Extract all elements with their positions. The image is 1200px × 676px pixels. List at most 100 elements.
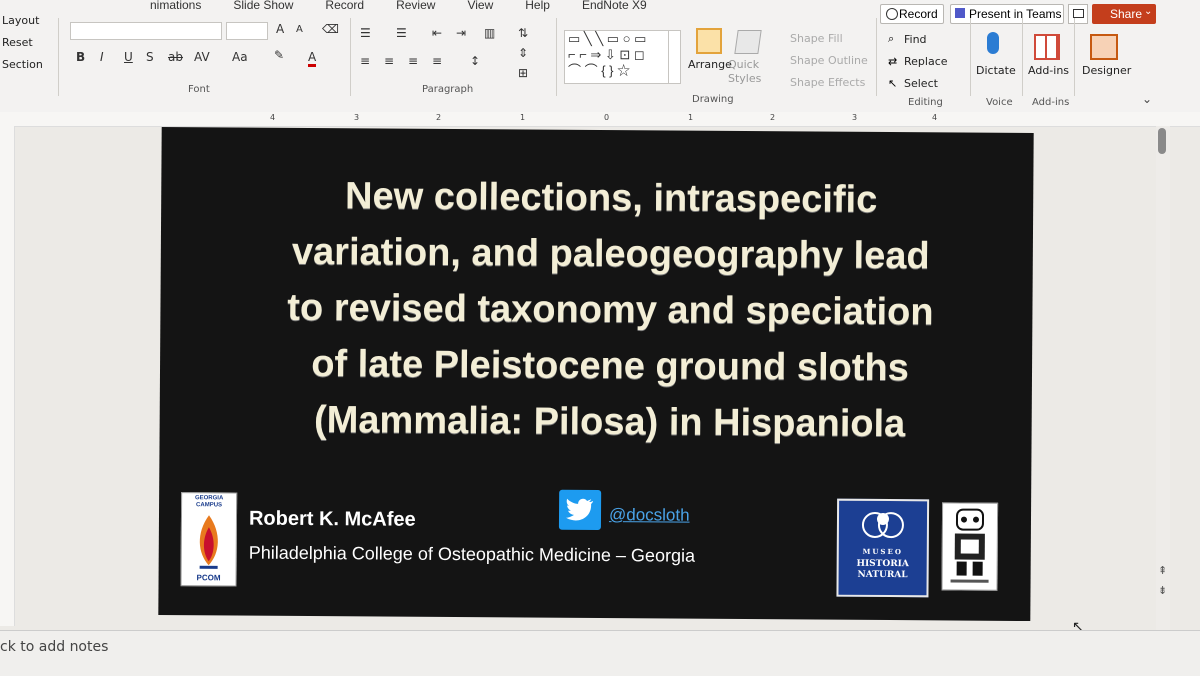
smartart-icon[interactable]: ⊞ [518,66,528,80]
separator [350,18,351,96]
shape-outline-button[interactable]: Shape Outline [790,54,868,67]
bullets-icon[interactable]: ☰ [360,26,371,40]
shadow-button[interactable]: S [146,50,154,64]
increase-indent-icon[interactable]: ⇥ [456,26,466,40]
layout-button[interactable]: Layout [2,14,39,27]
ribbon-tabs: nimations Slide Show Record Review View … [150,0,647,12]
record-label: Record [899,7,938,21]
notes-pane[interactable]: ck to add notes [0,630,1200,676]
align-text-icon[interactable]: ⇕ [518,46,528,60]
replace-icon: ⇄ [888,56,898,68]
align-center-icon[interactable]: ≡ [384,54,394,68]
change-case-button[interactable]: Aa [232,50,248,64]
notes-placeholder[interactable]: ck to add notes [0,639,108,655]
character-spacing-button[interactable]: AV [194,50,210,64]
twitter-handle-link[interactable]: @docsloth [609,505,690,526]
dictate-button[interactable]: Dictate [976,64,1016,77]
addins-group-label: Add-ins [1032,97,1070,108]
prev-slide-icon[interactable]: ⇞ [1158,564,1167,577]
collapse-ribbon-icon[interactable]: ⌄ [1142,92,1152,106]
decrease-indent-icon[interactable]: ⇤ [432,26,442,40]
share-button[interactable]: Share ⌄ [1092,4,1156,24]
museo-historia-natural-logo: MUSEO HISTORIA NATURAL [836,498,930,598]
tab-slide-show[interactable]: Slide Show [233,0,293,12]
select-icon: ↖ [888,78,898,90]
scrollbar-thumb[interactable] [1158,128,1166,154]
chevron-down-icon: ⌄ [1144,6,1153,17]
font-family-select[interactable] [70,22,222,40]
separator [970,18,971,96]
present-in-teams-label: Present in Teams [969,7,1062,21]
reset-button[interactable]: Reset [2,36,33,49]
addins-icon[interactable] [1034,34,1060,60]
shrink-font-button[interactable]: A [296,24,303,35]
ruler-tick: 4 [932,113,938,122]
editing-group-label: Editing [908,97,943,108]
select-button[interactable]: Select [904,77,938,90]
ribbon: nimations Slide Show Record Review View … [0,0,1200,113]
clear-formatting-icon[interactable]: ⌫ [322,22,339,36]
ruler-tick: 1 [688,113,694,122]
museo-emblem-icon [861,511,904,539]
horizontal-ruler: 4 3 2 1 0 1 2 3 4 [0,112,1200,127]
highlight-icon[interactable]: ✎ [274,48,284,62]
pcom-logo-bottom: PCOM [196,573,221,583]
tab-view[interactable]: View [467,0,493,12]
replace-button[interactable]: Replace [904,55,948,68]
microphone-icon[interactable] [987,32,999,54]
font-color-icon[interactable]: A [308,50,317,67]
voice-group-label: Voice [986,97,1013,108]
separator [876,18,877,96]
shapes-scroll[interactable] [668,30,681,84]
ruler-tick: 3 [852,113,858,122]
record-button[interactable]: Record [880,4,944,24]
tab-endnote[interactable]: EndNote X9 [582,0,647,12]
shape-fill-button[interactable]: Shape Fill [790,32,843,45]
find-button[interactable]: Find [904,33,927,46]
tab-review[interactable]: Review [396,0,435,12]
font-size-select[interactable] [226,22,268,40]
next-slide-icon[interactable]: ⇟ [1158,584,1167,597]
comment-button[interactable] [1068,4,1088,24]
pcom-logo: GEORGIA CAMPUS PCOM [180,492,238,587]
tab-animations[interactable]: nimations [150,0,201,12]
ruler-tick: 4 [270,113,276,122]
author-name: Robert K. McAfee [248,507,416,531]
columns-icon[interactable]: ▥ [484,26,495,40]
bold-button[interactable]: B [76,50,85,64]
addins-button[interactable]: Add-ins [1028,64,1069,77]
title-line: of late Pleistocene ground sloths [311,343,909,390]
designer-icon[interactable] [1090,34,1118,60]
slide-canvas[interactable]: New collections, intraspecific variation… [158,126,1034,622]
grow-font-button[interactable]: A [276,22,284,36]
section-button[interactable]: Section [2,58,43,71]
title-line: New collections, intraspecific [344,175,878,221]
present-in-teams-button[interactable]: Present in Teams [950,4,1064,24]
arrange-button[interactable]: Arrange [688,58,732,71]
line-spacing-icon[interactable]: ↕ [470,54,480,68]
numbering-icon[interactable]: ☰ [396,26,407,40]
ruler-tick: 0 [604,113,610,122]
quick-styles-button[interactable]: Quick Styles [728,58,764,86]
underline-button[interactable]: U [124,50,133,64]
vertical-scrollbar[interactable] [1156,126,1170,630]
shape-effects-button[interactable]: Shape Effects [790,76,865,89]
quick-styles-icon[interactable] [734,30,762,54]
italic-button[interactable]: I [100,50,104,64]
slide-title[interactable]: New collections, intraspecific variation… [229,167,991,452]
align-right-icon[interactable]: ≡ [408,54,418,68]
align-left-icon[interactable]: ≡ [360,54,370,68]
separator [556,18,557,96]
paragraph-group-label: Paragraph [422,84,474,95]
text-direction-icon[interactable]: ⇅ [518,26,528,40]
designer-button[interactable]: Designer [1082,64,1131,77]
twitter-icon [558,489,602,531]
shapes-gallery[interactable]: ▭ ╲ ╲ ▭ ○ ▭ ⌐ ⌐ ⇒ ⇩ ⊡ ◻ ⌒ ⌒ { } ☆ [564,30,675,84]
tab-record[interactable]: Record [325,0,364,12]
arrange-icon[interactable] [696,28,722,54]
museo-logo-line1: MUSEO [862,546,903,557]
justify-icon[interactable]: ≡ [432,54,442,68]
teams-icon [955,8,965,18]
strikethrough-button[interactable]: ab [168,50,183,64]
tab-help[interactable]: Help [525,0,550,12]
